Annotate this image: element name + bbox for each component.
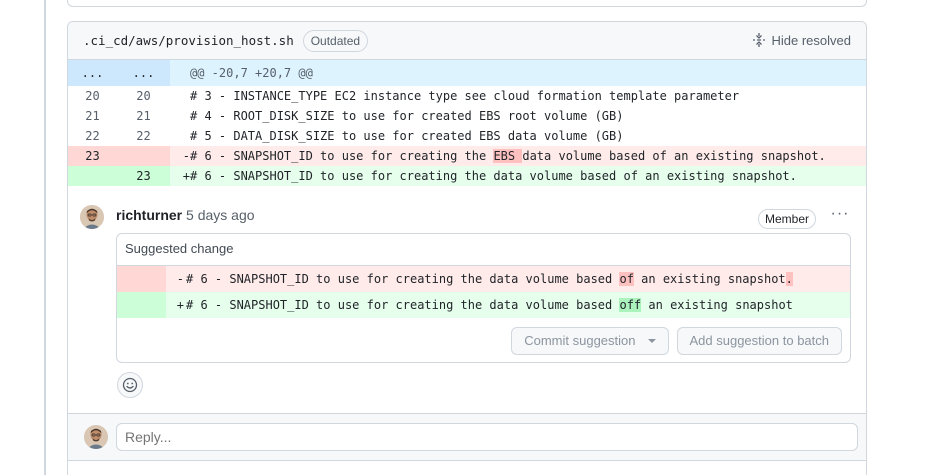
file-path[interactable]: .ci_cd/aws/provision_host.sh	[83, 33, 294, 48]
comment-author-line: richturner 5 days ago	[116, 207, 255, 223]
add-reaction-button[interactable]	[117, 372, 143, 398]
diff-line-deleted: 23 - # 6 - SNAPSHOT_ID to use for creati…	[68, 146, 866, 166]
old-line-number[interactable]: 22	[68, 126, 117, 146]
hunk-expand-left[interactable]: ...	[68, 60, 117, 86]
suggestion-deleted-line: - # 6 - SNAPSHOT_ID to use for creating …	[117, 266, 850, 292]
old-line-number[interactable]: 23	[68, 146, 117, 166]
commit-suggestion-button[interactable]: Commit suggestion	[511, 327, 669, 355]
line-code: # 6 - SNAPSHOT_ID to use for creating th…	[190, 166, 866, 186]
old-line-number[interactable]: 21	[68, 106, 117, 126]
review-comment: richturner 5 days ago Member ··· Suggest…	[68, 200, 866, 414]
hide-resolved-label: Hide resolved	[771, 32, 852, 48]
line-code: # 3 - INSTANCE_TYPE EC2 instance type se…	[190, 89, 740, 103]
new-line-number[interactable]: 22	[117, 126, 170, 146]
avatar-image	[84, 425, 108, 449]
suggested-change-box: Suggested change - # 6 - SNAPSHOT_ID to …	[116, 233, 851, 363]
suggestion-title: Suggested change	[117, 234, 850, 266]
hide-resolved-button[interactable]: Hide resolved	[752, 32, 852, 48]
reply-input[interactable]	[116, 423, 858, 451]
deleted-word-highlight: EBS	[493, 149, 523, 163]
add-suggestion-to-batch-button[interactable]: Add suggestion to batch	[676, 327, 842, 355]
outdated-badge: Outdated	[302, 29, 369, 52]
smiley-icon	[122, 377, 138, 393]
kebab-horizontal-icon[interactable]: ···	[830, 205, 850, 229]
hunk-row: ... ... @@ -20,7 +20,7 @@	[68, 60, 866, 86]
thread-footer	[68, 460, 866, 475]
line-code: # 5 - DATA_DISK_SIZE to use for created …	[190, 129, 624, 143]
line-code: # 6 - SNAPSHOT_ID to use for creating th…	[190, 146, 866, 166]
fold-icon	[752, 33, 765, 47]
old-line-number	[68, 166, 117, 186]
diff-line-added: 23 + # 6 - SNAPSHOT_ID to use for creati…	[68, 166, 866, 186]
line-code: # 6 - SNAPSHOT_ID to use for creating th…	[186, 272, 793, 286]
member-badge: Member	[758, 209, 817, 229]
diff-line: 21 21 # 4 - ROOT_DISK_SIZE to use for cr…	[68, 106, 866, 126]
timeline-line	[44, 0, 46, 475]
hunk-header: @@ -20,7 +20,7 @@	[190, 60, 866, 86]
file-header: .ci_cd/aws/provision_host.sh Outdated Hi…	[68, 22, 866, 60]
avatar[interactable]	[80, 205, 104, 229]
diff-line: 20 20 # 3 - INSTANCE_TYPE EC2 instance t…	[68, 86, 866, 106]
line-code: # 4 - ROOT_DISK_SIZE to use for created …	[190, 109, 624, 123]
author-name[interactable]: richturner	[116, 207, 182, 223]
added-word-highlight: off	[619, 298, 642, 312]
diff-table: ... ... @@ -20,7 +20,7 @@ 20 20 # 3 - IN…	[68, 60, 866, 186]
new-line-number[interactable]: 23	[117, 166, 170, 186]
hunk-expand-right[interactable]: ...	[117, 60, 170, 86]
suggestion-actions: Commit suggestion Add suggestion to batc…	[511, 327, 842, 355]
old-line-number[interactable]: 20	[68, 86, 117, 106]
new-line-number[interactable]: 20	[117, 86, 170, 106]
reply-bar	[68, 413, 866, 461]
line-code: # 6 - SNAPSHOT_ID to use for creating th…	[186, 298, 793, 312]
avatar-image	[80, 205, 104, 229]
previous-thread-bottom	[67, 0, 867, 7]
comment-timestamp[interactable]: 5 days ago	[186, 207, 255, 223]
suggestion-added-line: + # 6 - SNAPSHOT_ID to use for creating …	[117, 292, 850, 318]
new-line-number[interactable]: 21	[117, 106, 170, 126]
caret-down-icon	[647, 339, 656, 343]
deleted-word-highlight: of	[619, 272, 634, 286]
new-line-number	[117, 146, 170, 166]
review-thread: .ci_cd/aws/provision_host.sh Outdated Hi…	[67, 21, 867, 475]
deleted-char-highlight: .	[785, 272, 793, 286]
current-user-avatar	[84, 425, 108, 449]
diff-line: 22 22 # 5 - DATA_DISK_SIZE to use for cr…	[68, 126, 866, 146]
